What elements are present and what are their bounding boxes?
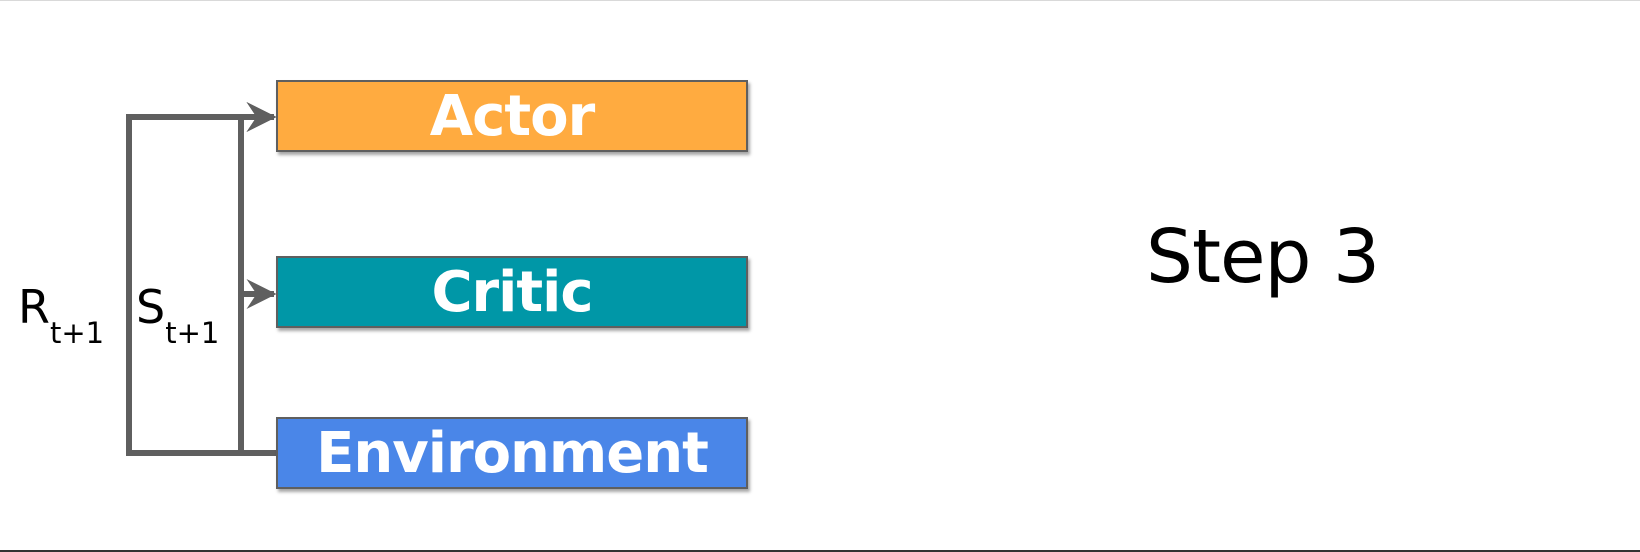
step-label: Step 3 (1146, 214, 1380, 300)
state-arrow-to-critic (238, 279, 277, 453)
actor-label: Actor (429, 83, 595, 149)
state-symbol: S (136, 280, 166, 334)
critic-label: Critic (431, 259, 593, 325)
environment-block: Environment (276, 417, 748, 489)
actor-block: Actor (276, 80, 748, 152)
state-signal-label: St+1 (136, 284, 219, 348)
reward-signal-label: Rt+1 (18, 284, 104, 348)
state-subscript: t+1 (165, 316, 220, 350)
state-arrow-to-actor (238, 102, 277, 456)
signal-arrows (126, 102, 277, 456)
reward-symbol: R (18, 280, 50, 334)
reward-subscript: t+1 (49, 316, 105, 350)
environment-label: Environment (316, 420, 709, 486)
critic-block: Critic (276, 256, 748, 328)
